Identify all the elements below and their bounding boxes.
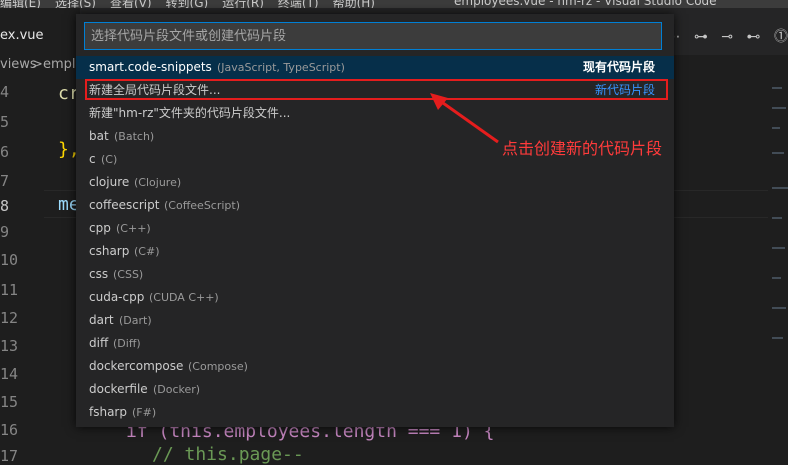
- quick-pick-item-description: (C#): [134, 245, 160, 258]
- annotation-arrow-icon: [430, 93, 499, 144]
- quick-pick-dialog: smart.code-snippets (JavaScript, TypeScri…: [76, 14, 674, 427]
- quick-pick-item-description: (Docker): [153, 383, 201, 396]
- quick-pick-item-description: (C): [101, 153, 118, 166]
- quick-pick-item[interactable]: clojure (Clojure): [76, 171, 674, 194]
- quick-pick-item-label: cpp: [89, 221, 111, 235]
- quick-pick-item[interactable]: cpp (C++): [76, 217, 674, 240]
- quick-pick-item-description: (Dart): [119, 314, 152, 327]
- menu-go[interactable]: 转到(G): [166, 0, 209, 8]
- quick-pick-item-label: cuda-cpp: [89, 290, 145, 304]
- quick-pick-item[interactable]: css (CSS): [76, 263, 674, 286]
- quick-pick-item-description: (Batch): [114, 130, 155, 143]
- menu-terminal[interactable]: 终端(T): [278, 0, 319, 8]
- menu-selection[interactable]: 选择(S): [55, 0, 96, 8]
- quick-pick-item[interactable]: dockercompose (Compose): [76, 355, 674, 378]
- line-number: 7: [0, 172, 10, 190]
- quick-pick-item-label: c: [89, 152, 96, 166]
- quick-pick-item-label: dart: [89, 313, 114, 327]
- menu-run[interactable]: 运行(R): [222, 0, 264, 8]
- quick-pick-item-label: bat: [89, 129, 109, 143]
- quick-pick-item-description: (Diff): [113, 337, 141, 350]
- quick-pick-item-description: (Compose): [188, 360, 248, 373]
- line-number: 15: [0, 393, 19, 411]
- quick-pick-item-label: coffeescript: [89, 198, 160, 212]
- line-number: 13: [0, 337, 19, 355]
- line-number: 10: [0, 251, 19, 269]
- line-number-active: 8: [0, 197, 10, 215]
- tab-employees-vue[interactable]: ex.vue: [0, 8, 80, 55]
- line-number: 17: [0, 447, 19, 465]
- line-number-gutter: 4 5 6 7 8 9 10 11 12 13 14 15 16 17: [0, 77, 44, 465]
- git-compare-icon[interactable]: ⊶: [694, 29, 708, 45]
- quick-pick-item[interactable]: dockerfile (Docker): [76, 378, 674, 401]
- line-number: 14: [0, 365, 19, 383]
- menu-edit[interactable]: 编辑(E): [0, 0, 41, 8]
- quick-pick-item-label: css: [89, 267, 109, 281]
- quick-pick-item-description: (Clojure): [134, 176, 182, 189]
- quick-pick-item-description: (CSS): [113, 268, 144, 281]
- line-number: 5: [0, 113, 10, 131]
- go-back-icon[interactable]: ⊸: [721, 29, 733, 45]
- menu-view[interactable]: 查看(V): [110, 0, 152, 8]
- quick-pick-item[interactable]: 新建"hm-rz"文件夹的代码片段文件...: [76, 102, 674, 125]
- highlight-box: [85, 79, 668, 100]
- line-number: 9: [0, 223, 10, 241]
- quick-pick-item-label: 新建"hm-rz"文件夹的代码片段文件...: [89, 106, 291, 120]
- breadcrumb-separator: >: [32, 57, 43, 72]
- code-comment: // this.page--: [152, 444, 304, 465]
- line-number: 4: [0, 83, 10, 101]
- quick-pick-item-description: (C++): [116, 222, 151, 235]
- quick-pick-item-label: fsharp: [89, 405, 127, 419]
- editor-actions: ⋯ ⊶ ⊸ ⊷ ⓵: [657, 26, 788, 46]
- quick-pick-item-label: dockerfile: [89, 382, 148, 396]
- quick-pick-item[interactable]: fsharp (F#): [76, 401, 674, 424]
- quick-pick-item-selected[interactable]: smart.code-snippets (JavaScript, TypeScri…: [76, 56, 674, 79]
- snippet-search-input[interactable]: [84, 22, 662, 50]
- line-number: 12: [0, 309, 19, 327]
- minimap[interactable]: [768, 77, 788, 460]
- quick-pick-item-label: diff: [89, 336, 109, 350]
- quick-pick-item-group-label: 现有代码片段: [582, 60, 655, 74]
- window-title: employees.vue - hm-rz - Visual Studio Co…: [454, 0, 717, 8]
- quick-pick-item-label: smart.code-snippets: [89, 60, 212, 74]
- quick-pick-item-label: dockercompose: [89, 359, 184, 373]
- tab-label: ex.vue: [0, 28, 44, 43]
- quick-pick-item-label: csharp: [89, 244, 130, 258]
- line-number: 11: [0, 281, 19, 299]
- annotation-text: 点击创建新的代码片段: [502, 139, 663, 158]
- line-number: 16: [0, 421, 19, 439]
- quick-pick-item[interactable]: dart (Dart): [76, 309, 674, 332]
- quick-pick-item-description: (JavaScript, TypeScript): [217, 61, 345, 74]
- quick-pick-item-label: clojure: [89, 175, 130, 189]
- quick-pick-item-description: (CUDA C++): [149, 291, 219, 304]
- quick-pick-item[interactable]: cuda-cpp (CUDA C++): [76, 286, 674, 309]
- open-changes-icon[interactable]: ⓵: [774, 29, 788, 45]
- menu-bar: 编辑(E) 选择(S) 查看(V) 转到(G) 运行(R) 终端(T) 帮助(H) empl…: [0, 0, 788, 8]
- line-number: 6: [0, 143, 10, 161]
- menu-help[interactable]: 帮助(H): [333, 0, 375, 8]
- quick-pick-item[interactable]: diff (Diff): [76, 332, 674, 355]
- quick-pick-item[interactable]: coffeescript (CoffeeScript): [76, 194, 674, 217]
- quick-pick-item[interactable]: csharp (C#): [76, 240, 674, 263]
- go-forward-icon[interactable]: ⊷: [747, 29, 761, 45]
- quick-pick-item-description: (F#): [132, 406, 157, 419]
- quick-pick-item-description: (CoffeeScript): [164, 199, 241, 212]
